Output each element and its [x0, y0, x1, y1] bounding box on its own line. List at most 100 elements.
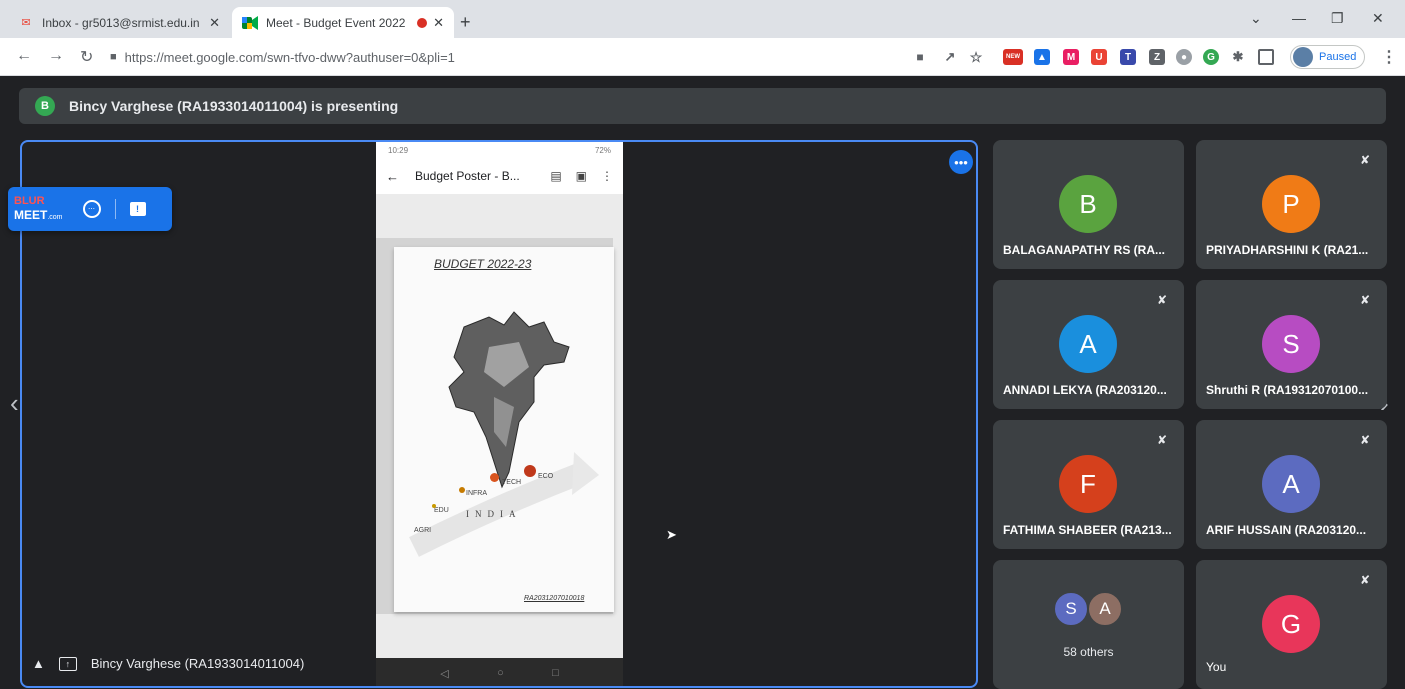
profile-avatar [1293, 47, 1313, 67]
phone-app-bar: ← Budget Poster - B... ▤ ▣ ⋮ [376, 158, 623, 194]
participant-avatar: B [1059, 175, 1117, 233]
browser-tab-bar: ✉ Inbox - gr5013@srmist.edu.in - S ✕ Mee… [0, 0, 1405, 38]
others-count: 58 others [1063, 645, 1114, 659]
new-tab-button[interactable]: + [460, 12, 471, 33]
tab-inbox[interactable]: ✉ Inbox - gr5013@srmist.edu.in - S ✕ [8, 7, 230, 38]
back-button[interactable]: ← [16, 47, 32, 65]
more-options-button[interactable]: ••• [949, 150, 973, 174]
presenter-name-label: ▲ ↑ Bincy Varghese (RA1933014011004) [32, 656, 304, 671]
side-panel-icon[interactable] [1258, 49, 1274, 65]
participant-name: FATHIMA SHABEER (RA213... [1003, 523, 1172, 537]
others-tile[interactable]: S A 58 others [993, 560, 1184, 689]
extension-icon[interactable]: ● [1176, 49, 1192, 65]
participant-tile[interactable]: ✘ P PRIYADHARSHINI K (RA21... [1196, 140, 1387, 269]
puzzle-icon[interactable]: ✱ [1230, 49, 1246, 65]
bookmark-star-icon[interactable]: ☆ [968, 49, 984, 65]
tab-title: Meet - Budget Event 2022 [266, 15, 406, 30]
participant-name: ANNADI LEKYA (RA203120... [1003, 383, 1167, 397]
presenting-icon: ↑ [58, 656, 77, 671]
address-bar: ← → ↻ ■ https://meet.google.com/swn-tfvo… [0, 38, 1405, 76]
tab-meet[interactable]: Meet - Budget Event 2022 ✕ [232, 7, 454, 38]
tab-title: Inbox - gr5013@srmist.edu.in - S [42, 15, 204, 30]
extension-icon[interactable]: T [1120, 49, 1136, 65]
mouse-cursor-icon: ➤ [666, 527, 677, 542]
mic-off-icon: ✘ [1359, 573, 1371, 587]
participant-avatar: F [1059, 455, 1117, 513]
participant-tile[interactable]: ✘ F FATHIMA SHABEER (RA213... [993, 420, 1184, 549]
chevron-left-icon[interactable]: ‹ [10, 388, 19, 419]
pin-icon[interactable]: ▲ [32, 656, 45, 671]
presenting-text: Bincy Varghese (RA1933014011004) is pres… [69, 98, 399, 114]
nav-home-icon: ○ [497, 667, 504, 679]
mic-off-icon: ✘ [1359, 153, 1371, 167]
presenter-name: Bincy Varghese (RA1933014011004) [90, 656, 305, 671]
profile-button[interactable]: Paused [1290, 45, 1365, 69]
minimize-button[interactable]: — [1292, 10, 1306, 26]
lock-icon: ■ [110, 51, 117, 63]
divider [114, 199, 116, 219]
self-label: You [1206, 660, 1227, 674]
participant-name: PRIYADHARSHINI K (RA21... [1206, 243, 1369, 257]
more-vert-icon: ⋮ [601, 169, 613, 183]
self-avatar: G [1262, 595, 1320, 653]
extension-icon[interactable]: Z [1149, 49, 1165, 65]
shared-screen: 10:29 72% ← Budget Poster - B... ▤ ▣ ⋮ B… [376, 142, 623, 686]
poster-dot [459, 487, 465, 493]
phone-time: 10:29 [388, 145, 409, 155]
phone-nav-bar: ◁ ○ □ [376, 658, 623, 686]
presenting-banner: B Bincy Varghese (RA1933014011004) is pr… [19, 88, 1386, 124]
extension-icon[interactable]: U [1091, 49, 1107, 65]
meet-icon [242, 15, 258, 31]
close-icon[interactable]: ✕ [209, 15, 220, 31]
self-tile[interactable]: ✘ G You [1196, 560, 1387, 689]
participant-avatar: P [1262, 175, 1320, 233]
share-icon[interactable]: ↗ [942, 49, 958, 65]
restore-button[interactable]: ❐ [1331, 10, 1344, 27]
url-field[interactable]: ■ https://meet.google.com/swn-tfvo-dww?a… [110, 44, 900, 70]
mic-off-icon: ✘ [1359, 433, 1371, 447]
poster-dot [524, 465, 536, 477]
extension-icon[interactable]: G [1203, 49, 1219, 65]
budget-poster: BUDGET 2022-23 AGRI EDU INFRA TECH ECO I… [394, 247, 614, 612]
nav-recents-icon: □ [552, 667, 559, 679]
poster-country: INDIA [466, 509, 522, 519]
reload-button[interactable]: ↻ [80, 47, 93, 67]
extension-icon[interactable]: ▲ [1034, 49, 1050, 65]
participant-tile[interactable]: ✘ A ANNADI LEKYA (RA203120... [993, 280, 1184, 409]
url-text: https://meet.google.com/swn-tfvo-dww?aut… [124, 49, 455, 65]
phone-battery: 72% [594, 145, 611, 155]
extension-icon[interactable]: M [1063, 49, 1079, 65]
close-icon[interactable]: ✕ [433, 15, 444, 31]
gmail-icon: ✉ [21, 17, 31, 29]
window-close-button[interactable]: ✕ [1372, 10, 1384, 27]
blur-meet-widget[interactable]: BLUR MEET.com ⋯ ! [8, 187, 172, 231]
poster-dot [432, 504, 436, 508]
poster-label: ECO [538, 473, 554, 480]
participant-tile[interactable]: ✘ S Shruthi R (RA19312070100... [1196, 280, 1387, 409]
phone-status-bar: 10:29 72% [376, 142, 623, 158]
poster-register-number: RA2031207010018 [524, 595, 585, 602]
tab-search-icon[interactable]: ⌄ [1250, 10, 1262, 27]
poster-label: AGRI [414, 527, 432, 534]
menu-kebab-icon[interactable]: ⋮ [1381, 47, 1397, 67]
presenter-avatar: B [35, 96, 55, 116]
participant-avatar: S [1053, 591, 1089, 627]
back-arrow-icon: ← [386, 168, 399, 184]
blur-meet-logo: BLUR MEET.com [14, 194, 63, 222]
blur-toggle-icon[interactable]: ⋯ [82, 200, 101, 218]
poster-label: EDU [434, 507, 449, 514]
nav-back-icon: ◁ [440, 667, 449, 680]
participant-tile[interactable]: B BALAGANAPATHY RS (RA... [993, 140, 1184, 269]
participant-tile[interactable]: ✘ A ARIF HUSSAIN (RA203120... [1196, 420, 1387, 549]
camera-icon[interactable]: ■ [912, 49, 928, 65]
document-icon: ▣ [575, 169, 587, 183]
india-map-image [409, 311, 599, 557]
forward-button[interactable]: → [48, 47, 64, 65]
participant-name: Shruthi R (RA19312070100... [1206, 383, 1369, 397]
participant-avatar: S [1262, 315, 1320, 373]
comment-icon: ▤ [550, 169, 562, 183]
feedback-icon[interactable]: ! [129, 202, 146, 216]
mic-off-icon: ✘ [1359, 293, 1371, 307]
mic-off-icon: ✘ [1156, 433, 1168, 447]
new-extension-icon[interactable]: NEW [1003, 49, 1023, 65]
